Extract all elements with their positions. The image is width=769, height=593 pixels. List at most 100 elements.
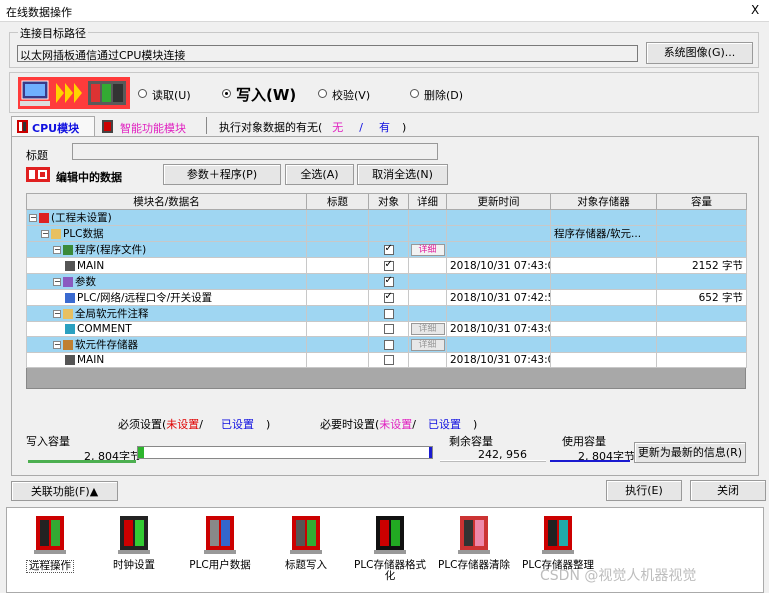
row-memory[interactable] bbox=[550, 241, 657, 258]
target-checkbox[interactable] bbox=[383, 339, 394, 350]
close-button[interactable]: 关闭 bbox=[690, 480, 766, 501]
function-remote-operation[interactable]: 远程操作 bbox=[12, 514, 88, 573]
row-memory[interactable] bbox=[550, 257, 657, 274]
row-update-time bbox=[446, 305, 551, 322]
row-name-cell[interactable]: − 程序(程序文件) bbox=[26, 241, 307, 258]
table-row[interactable]: − 全局软元件注释 bbox=[26, 305, 747, 322]
refresh-info-button[interactable]: 更新为最新的信息(R) bbox=[634, 442, 746, 463]
row-name-cell[interactable]: PLC/网络/远程口令/开关设置 bbox=[26, 289, 307, 306]
row-name-cell[interactable]: − PLC数据 bbox=[26, 225, 307, 242]
target-checkbox[interactable] bbox=[383, 275, 394, 287]
row-name: 软元件存储器 bbox=[75, 339, 138, 351]
row-memory[interactable] bbox=[550, 273, 657, 290]
row-name-cell[interactable]: − 软元件存储器 bbox=[26, 336, 307, 353]
param-program-button[interactable]: 参数＋程序(P) bbox=[163, 164, 281, 185]
table-row[interactable]: MAIN 2018/10/31 07:43:00 bbox=[26, 352, 747, 368]
table-row[interactable]: − (工程未设置) bbox=[26, 209, 747, 226]
row-name-cell[interactable]: COMMENT bbox=[26, 321, 307, 337]
row-memory[interactable] bbox=[550, 336, 657, 353]
presence-label: 执行对象数据的有无( bbox=[219, 121, 323, 134]
row-size bbox=[656, 305, 747, 322]
collapse-toggle-icon[interactable]: − bbox=[53, 278, 61, 286]
target-checkbox[interactable] bbox=[383, 291, 394, 303]
row-size bbox=[656, 241, 747, 258]
write-radio[interactable] bbox=[222, 89, 231, 98]
required-label: 必须设置( bbox=[118, 418, 167, 431]
memory-icon bbox=[63, 340, 73, 350]
tab-cpu-module[interactable]: CPU模块 bbox=[11, 116, 95, 136]
row-memory[interactable] bbox=[550, 305, 657, 322]
verify-radio[interactable] bbox=[318, 89, 327, 98]
delete-label: 删除(D) bbox=[424, 89, 464, 102]
close-icon[interactable]: X bbox=[751, 3, 759, 17]
related-functions-button[interactable]: 关联功能(F)▲ bbox=[11, 481, 118, 501]
select-all-button[interactable]: 全选(A) bbox=[285, 164, 354, 185]
row-target-cell bbox=[368, 305, 409, 322]
target-checkbox[interactable] bbox=[383, 355, 394, 365]
function-title-write[interactable]: 标题写入 bbox=[268, 514, 344, 571]
row-memory[interactable] bbox=[550, 289, 657, 306]
row-name-cell[interactable]: − 全局软元件注释 bbox=[26, 305, 307, 322]
row-memory[interactable] bbox=[550, 321, 657, 337]
target-checkbox[interactable] bbox=[383, 259, 394, 271]
title-input[interactable] bbox=[72, 143, 438, 160]
required-set: 已设置 bbox=[221, 418, 255, 431]
row-title-cell bbox=[306, 289, 369, 306]
table-row[interactable]: − 参数 bbox=[26, 273, 747, 290]
row-name-cell[interactable]: MAIN bbox=[26, 257, 307, 274]
col-title: 标题 bbox=[306, 193, 369, 210]
row-update-time: 2018/10/31 07:43:00 bbox=[446, 352, 551, 368]
row-target-cell bbox=[368, 321, 409, 337]
row-memory[interactable]: 程序存储器/软元... bbox=[550, 225, 657, 242]
collapse-toggle-icon[interactable]: − bbox=[53, 246, 61, 254]
optional-settings-legend: 必要时设置(未设置/ 已设置) bbox=[320, 416, 477, 432]
target-checkbox[interactable] bbox=[383, 308, 394, 319]
plc-memory-arrange-icon bbox=[538, 514, 578, 556]
row-size bbox=[656, 225, 747, 242]
deselect-all-button[interactable]: 取消全选(N) bbox=[357, 164, 448, 185]
table-row[interactable]: − 软元件存储器 详细 bbox=[26, 336, 747, 353]
row-detail-cell bbox=[408, 209, 447, 226]
function-plc-memory-format[interactable]: PLC存储器格式化 bbox=[352, 514, 428, 582]
row-memory[interactable] bbox=[550, 209, 657, 226]
table-row[interactable]: − 程序(程序文件) 详细 bbox=[26, 241, 747, 258]
table-row[interactable]: PLC/网络/远程口令/开关设置 2018/10/31 07:42:59 652 字… bbox=[26, 289, 747, 306]
row-title-cell bbox=[306, 273, 369, 290]
system-image-button[interactable]: 系统图像(G)... bbox=[646, 42, 753, 64]
connection-path-text: 以太网插板通信通过CPU模块连接 bbox=[20, 49, 186, 62]
table-row[interactable]: COMMENT 详细 2018/10/31 07:43:00 bbox=[26, 321, 747, 337]
row-name-cell[interactable]: − 参数 bbox=[26, 273, 307, 290]
project-icon bbox=[39, 213, 49, 223]
delete-radio[interactable] bbox=[410, 89, 419, 98]
function-plc-memory-arrange[interactable]: PLC存储器整理 bbox=[520, 514, 596, 571]
plc-memory-clear-icon bbox=[454, 514, 494, 556]
function-clock-setting[interactable]: 时钟设置 bbox=[96, 514, 172, 571]
row-title-cell bbox=[306, 209, 369, 226]
row-detail-cell: 详细 bbox=[408, 241, 447, 258]
tab-intelligent-module[interactable]: 智能功能模块 bbox=[99, 118, 199, 136]
row-target-cell bbox=[368, 289, 409, 306]
target-checkbox[interactable] bbox=[383, 243, 394, 255]
remaining-underline bbox=[440, 460, 546, 462]
function-plc-user-data[interactable]: PLC用户数据 bbox=[182, 514, 258, 571]
table-row[interactable]: MAIN 2018/10/31 07:43:00 2152 字节 bbox=[26, 257, 747, 274]
detail-button[interactable]: 详细 bbox=[410, 338, 445, 351]
row-size bbox=[656, 321, 747, 337]
title-field-label: 标题 bbox=[26, 149, 48, 162]
target-checkbox[interactable] bbox=[383, 324, 394, 334]
collapse-toggle-icon[interactable]: − bbox=[53, 341, 61, 349]
function-label: 标题写入 bbox=[285, 559, 327, 571]
row-name-cell[interactable]: MAIN bbox=[26, 352, 307, 368]
collapse-toggle-icon[interactable]: − bbox=[41, 230, 49, 238]
row-target-cell bbox=[368, 273, 409, 290]
detail-button[interactable]: 详细 bbox=[410, 323, 445, 335]
row-name-cell[interactable]: − (工程未设置) bbox=[26, 209, 307, 226]
function-plc-memory-clear[interactable]: PLC存储器清除 bbox=[436, 514, 512, 571]
read-radio[interactable] bbox=[138, 89, 147, 98]
execute-button[interactable]: 执行(E) bbox=[606, 480, 682, 501]
row-memory[interactable] bbox=[550, 352, 657, 368]
table-row[interactable]: − PLC数据 程序存储器/软元... bbox=[26, 225, 747, 242]
collapse-toggle-icon[interactable]: − bbox=[53, 310, 61, 318]
collapse-toggle-icon[interactable]: − bbox=[29, 214, 37, 222]
detail-button[interactable]: 详细 bbox=[410, 243, 445, 256]
